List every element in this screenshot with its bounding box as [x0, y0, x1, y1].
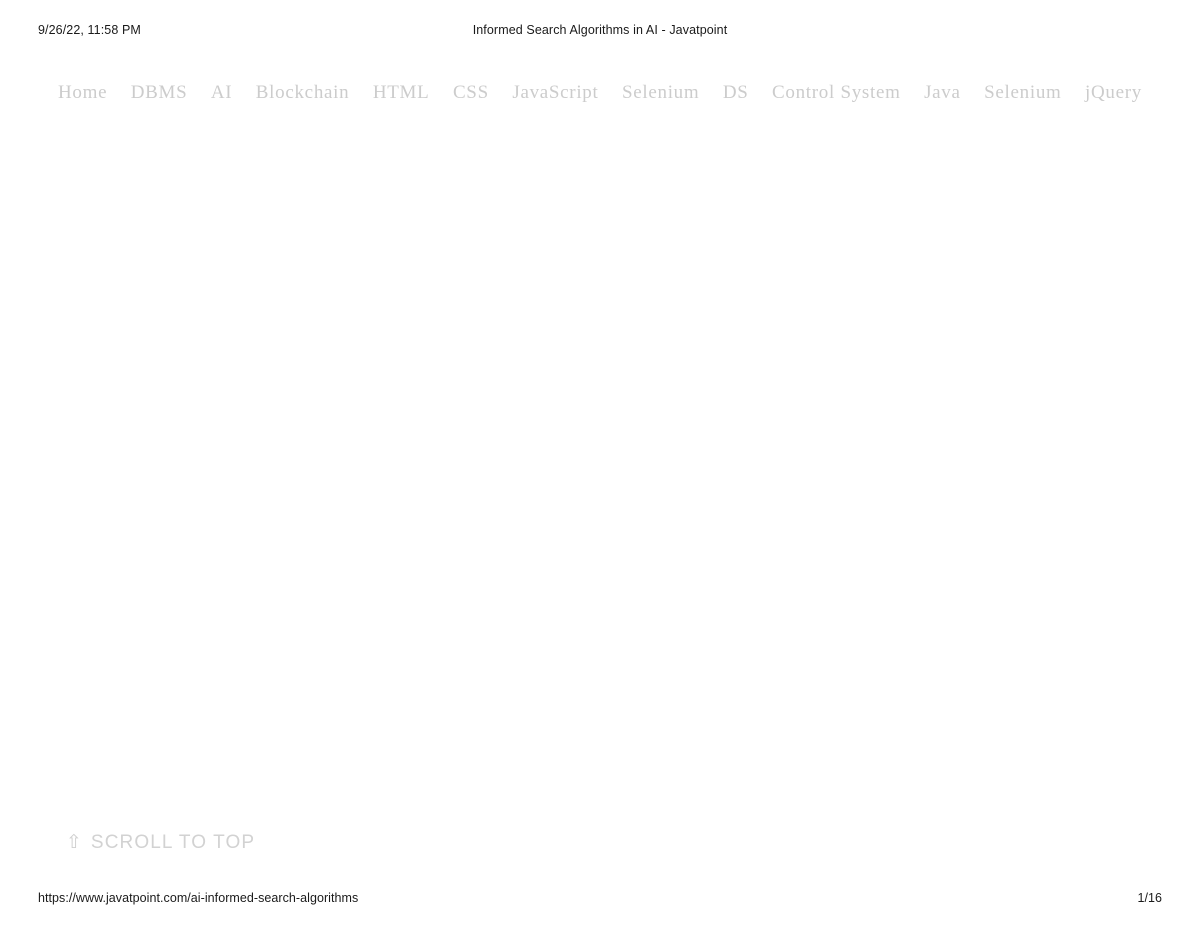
scroll-up-arrow-icon: ⇧: [66, 831, 82, 853]
nav-item-control-system[interactable]: Control System: [770, 83, 903, 102]
nav-item-html[interactable]: HTML: [371, 83, 432, 102]
nav-item-ai[interactable]: AI: [209, 83, 234, 102]
article-body: [38, 112, 1162, 817]
nav-item-ds[interactable]: DS: [721, 83, 751, 102]
nav-item-selenium-2[interactable]: Selenium: [982, 83, 1063, 102]
printed-page: 9/26/22, 11:58 PM Informed Search Algori…: [0, 0, 1200, 927]
site-navigation: Home DBMS AI Blockchain HTML CSS JavaScr…: [56, 78, 1144, 106]
nav-item-javascript[interactable]: JavaScript: [510, 83, 600, 102]
footer-source-url[interactable]: https://www.javatpoint.com/ai-informed-s…: [38, 891, 358, 905]
print-header: 9/26/22, 11:58 PM Informed Search Algori…: [38, 18, 1162, 42]
nav-item-home[interactable]: Home: [56, 83, 109, 102]
scroll-to-top-button[interactable]: ⇧ SCROLL TO TOP: [66, 831, 256, 853]
footer-page-indicator: 1/16: [1137, 891, 1162, 905]
print-document-title: Informed Search Algorithms in AI - Javat…: [472, 23, 728, 37]
nav-item-selenium[interactable]: Selenium: [620, 83, 701, 102]
print-footer: https://www.javatpoint.com/ai-informed-s…: [38, 888, 1162, 908]
nav-item-css[interactable]: CSS: [451, 83, 491, 102]
scroll-to-top-label: SCROLL TO TOP: [90, 832, 256, 853]
nav-item-blockchain[interactable]: Blockchain: [254, 83, 352, 102]
nav-item-dbms[interactable]: DBMS: [129, 83, 190, 102]
nav-item-jquery[interactable]: jQuery: [1083, 83, 1144, 102]
nav-item-java[interactable]: Java: [922, 83, 963, 102]
